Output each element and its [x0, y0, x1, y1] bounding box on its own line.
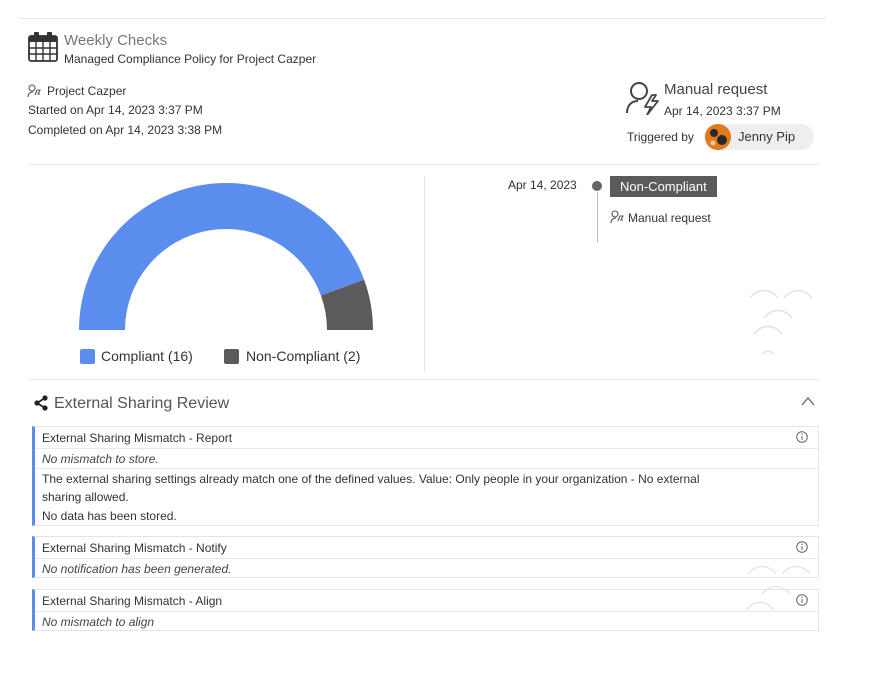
header-divider: [28, 164, 818, 165]
card-title: External Sharing Mismatch - Report: [42, 431, 233, 445]
section-divider: [28, 379, 818, 380]
compliance-gauge-chart: [79, 182, 373, 330]
policy-name: Managed Compliance Policy for Project Ca…: [64, 52, 317, 66]
timeline-line: [597, 192, 598, 242]
card-status: No mismatch to align: [42, 615, 155, 629]
manual-request-icon: [626, 82, 659, 115]
card-report: External Sharing Mismatch - Report No mi…: [32, 426, 819, 526]
chevron-up-icon[interactable]: [801, 396, 815, 406]
gauge-slice-compliant[interactable]: [79, 182, 365, 330]
triggered-by-user[interactable]: Jenny Pip: [738, 129, 795, 144]
share-icon: [34, 395, 48, 411]
card-status: No mismatch to store.: [42, 452, 159, 466]
legend-swatch-compliant: [80, 349, 95, 364]
card-detail-line3: No data has been stored.: [42, 509, 177, 523]
timeline-source: Manual request: [628, 211, 711, 225]
timeline-status-badge: Non-Compliant: [610, 176, 717, 197]
card-detail-line1: The external sharing settings already ma…: [42, 472, 700, 486]
completed-time: Completed on Apr 14, 2023 3:38 PM: [28, 123, 223, 137]
watermark-logo-icon: [749, 289, 813, 355]
card-title: External Sharing Mismatch - Notify: [42, 541, 227, 555]
legend-swatch-non-compliant: [224, 349, 239, 364]
request-timestamp: Apr 14, 2023 3:37 PM: [664, 104, 781, 118]
card-status: No notification has been generated.: [42, 562, 232, 576]
user-key-icon: [610, 210, 624, 224]
chart-timeline-divider: [424, 176, 425, 372]
started-time: Started on Apr 14, 2023 3:37 PM: [28, 103, 203, 117]
timeline-dot: [592, 181, 602, 191]
legend-compliant[interactable]: Compliant (16): [101, 348, 193, 364]
top-divider: [20, 18, 826, 19]
info-icon[interactable]: [796, 541, 808, 553]
triggered-by-label: Triggered by: [627, 130, 694, 144]
card-title: External Sharing Mismatch - Align: [42, 594, 223, 608]
avatar: [705, 124, 731, 150]
page-title: Weekly Checks: [64, 32, 168, 49]
project-name: Project Cazper: [47, 84, 127, 98]
section-title: External Sharing Review: [54, 395, 230, 412]
info-icon[interactable]: [796, 431, 808, 443]
user-key-icon: [27, 84, 41, 98]
legend-non-compliant[interactable]: Non-Compliant (2): [246, 348, 360, 364]
timeline-date: Apr 14, 2023: [508, 178, 577, 192]
request-title: Manual request: [664, 81, 768, 98]
card-detail-line2: sharing allowed.: [42, 490, 129, 504]
watermark-logo-icon: [745, 565, 811, 611]
card-notify: External Sharing Mismatch - Notify No no…: [32, 536, 819, 578]
calendar-icon: [28, 32, 58, 62]
card-align: External Sharing Mismatch - Align No mis…: [32, 589, 819, 631]
